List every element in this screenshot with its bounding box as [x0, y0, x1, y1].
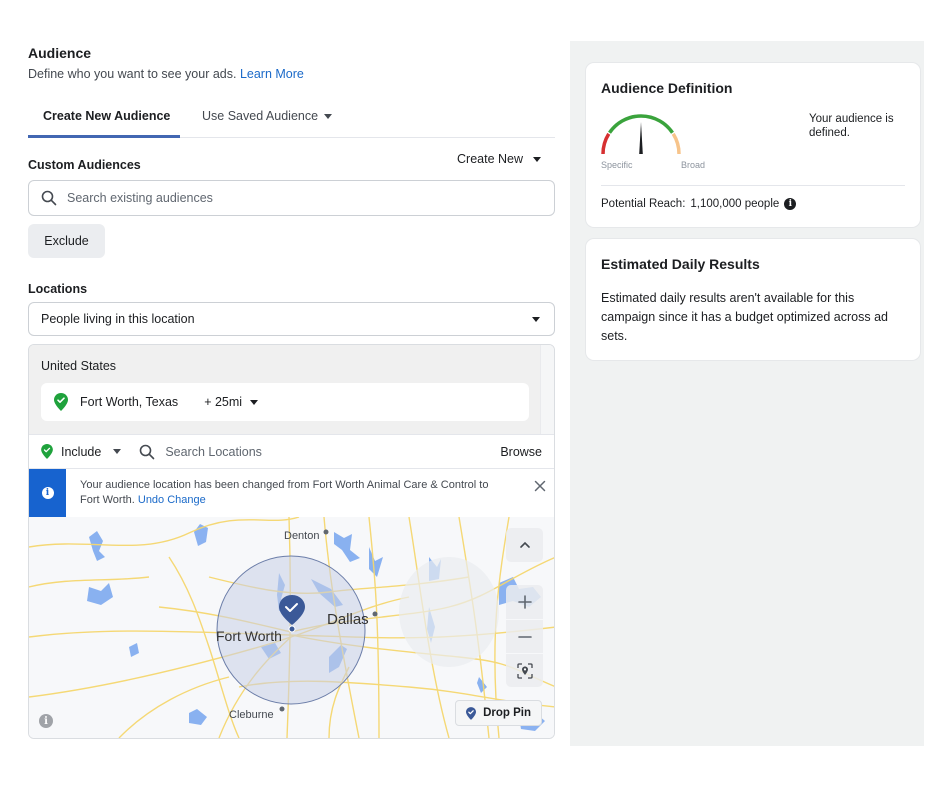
- summary-panel: Audience Definition Specific Broad Your …: [570, 41, 924, 746]
- city-label-denton: Denton: [284, 530, 320, 542]
- zoom-out-button[interactable]: [506, 620, 543, 653]
- search-audiences-input[interactable]: Search existing audiences: [28, 180, 555, 216]
- location-panel: United States Fort Worth, Texas + 25mi I…: [28, 344, 555, 739]
- gauge-needle: [639, 122, 643, 154]
- location-pin-check-icon: [466, 706, 477, 720]
- focus-location-icon: [516, 662, 533, 679]
- city-label-cleburne: Cleburne: [229, 709, 274, 721]
- denton-dot: [323, 529, 329, 535]
- caret-down-icon: [533, 156, 541, 162]
- notice-message: Your audience location has been changed …: [66, 469, 511, 517]
- include-search-row: Include Search Locations Browse: [29, 434, 554, 469]
- selected-locations: United States Fort Worth, Texas + 25mi: [29, 345, 554, 434]
- gauge-specific-segment: [601, 132, 611, 155]
- country-label: United States: [41, 359, 117, 373]
- caret-down-icon: [113, 449, 122, 454]
- location-type-select[interactable]: People living in this location: [28, 302, 555, 336]
- drop-pin-label: Drop Pin: [483, 707, 531, 719]
- info-icon: i: [41, 487, 54, 499]
- potential-reach-label: Potential Reach:: [601, 198, 686, 210]
- exclude-button[interactable]: Exclude: [28, 224, 105, 258]
- search-icon: [140, 444, 155, 459]
- city-label-fort-worth: Fort Worth: [216, 628, 282, 644]
- recenter-button[interactable]: [506, 654, 543, 687]
- audience-gauge: [601, 114, 681, 155]
- radius-value: + 25mi: [204, 395, 243, 409]
- search-locations-input[interactable]: Search Locations: [139, 444, 500, 460]
- create-new-dropdown[interactable]: Create New: [457, 152, 541, 166]
- active-tab-indicator: [28, 135, 180, 138]
- zoom-in-button[interactable]: [506, 585, 543, 619]
- city-label-dallas: Dallas: [327, 611, 369, 628]
- browse-button[interactable]: Browse: [500, 445, 542, 459]
- estimated-daily-results-title: Estimated Daily Results: [601, 256, 760, 272]
- audience-tabs: Create New Audience Use Saved Audience: [28, 104, 555, 138]
- close-icon[interactable]: [534, 480, 546, 492]
- location-change-notice: i Your audience location has been change…: [29, 469, 554, 517]
- gauge-specific-label: Specific: [601, 160, 633, 170]
- caret-down-icon: [532, 316, 540, 322]
- estimated-daily-results-card: Estimated Daily Results Estimated daily …: [586, 239, 920, 360]
- location-type-value: People living in this location: [41, 312, 195, 326]
- include-label: Include: [61, 444, 102, 459]
- map-collapse-button[interactable]: [506, 528, 543, 562]
- tab-use-saved-audience[interactable]: Use Saved Audience: [202, 108, 333, 124]
- tab-use-saved-audience-label: Use Saved Audience: [202, 109, 319, 123]
- caret-down-icon: [250, 399, 259, 405]
- locations-label: Locations: [28, 282, 88, 296]
- notice-accent-bar: i: [29, 469, 66, 517]
- metro-area: [399, 557, 499, 667]
- potential-reach: Potential Reach: 1,100,000 people i: [601, 198, 797, 210]
- audience-status-text: Your audience is defined.: [809, 113, 894, 139]
- location-name: Fort Worth, Texas: [80, 395, 179, 409]
- learn-more-link[interactable]: Learn More: [240, 67, 304, 81]
- undo-change-link[interactable]: Undo Change: [138, 494, 206, 506]
- location-pin-check-icon: [54, 393, 68, 411]
- gauge-broad-label: Broad: [681, 160, 706, 170]
- potential-reach-value: 1,100,000 people: [690, 198, 780, 210]
- location-list-scrollbar[interactable]: [540, 345, 554, 434]
- audience-section: Audience Define who you want to see your…: [28, 44, 555, 739]
- location-item[interactable]: Fort Worth, Texas + 25mi: [41, 383, 529, 421]
- dallas-dot: [372, 611, 378, 617]
- location-pin-check-icon: [41, 444, 53, 459]
- caret-down-icon: [324, 113, 333, 119]
- estimated-daily-results-text: Estimated daily results aren't available…: [601, 291, 888, 343]
- drop-pin-button[interactable]: Drop Pin: [455, 700, 542, 726]
- search-icon: [41, 190, 57, 206]
- info-icon[interactable]: i: [784, 198, 797, 210]
- audience-subtitle-text: Define who you want to see your ads.: [28, 67, 237, 81]
- search-locations-placeholder: Search Locations: [165, 444, 262, 459]
- audience-subtitle: Define who you want to see your ads. Lea…: [28, 66, 555, 82]
- plus-icon: [517, 595, 532, 609]
- include-dropdown[interactable]: Include: [41, 444, 122, 459]
- location-map[interactable]: Denton Dallas Fort Worth Cleburne Drop P…: [29, 517, 554, 738]
- audience-definition-card: Audience Definition Specific Broad Your …: [586, 63, 920, 227]
- divider: [601, 185, 905, 186]
- search-audiences-placeholder: Search existing audiences: [67, 191, 213, 205]
- minus-icon: [517, 635, 532, 638]
- radius-dropdown[interactable]: + 25mi: [204, 395, 259, 409]
- create-new-label: Create New: [457, 152, 523, 166]
- audience-definition-title: Audience Definition: [601, 80, 733, 96]
- tab-create-new-audience[interactable]: Create New Audience: [43, 108, 170, 124]
- cleburne-dot: [279, 706, 285, 712]
- custom-audiences-header: Custom Audiences Create New: [28, 152, 555, 176]
- chevron-up-icon: [519, 541, 530, 548]
- audience-title: Audience: [28, 45, 92, 61]
- gauge-broad-segment: [671, 132, 681, 155]
- map-info-icon[interactable]: i: [39, 714, 53, 728]
